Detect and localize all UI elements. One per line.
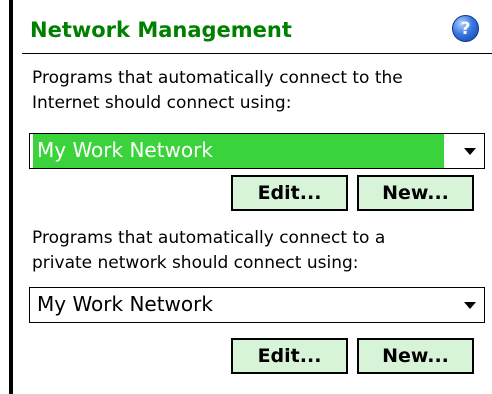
private-connection-select[interactable]: My Work Network — [29, 287, 485, 323]
page-title: Network Management — [30, 18, 292, 42]
internet-connection-select[interactable]: My Work Network — [29, 133, 485, 169]
help-glyph: ? — [460, 18, 471, 39]
title-divider — [22, 53, 492, 54]
chevron-down-icon[interactable] — [464, 148, 476, 155]
internet-label-line2: Internet should connect using: — [32, 93, 292, 113]
internet-edit-button[interactable]: Edit... — [231, 175, 348, 211]
private-label-line1: Programs that automatically connect to a — [32, 228, 386, 248]
private-connection-value: My Work Network — [37, 292, 213, 316]
chevron-down-icon[interactable] — [464, 302, 476, 309]
help-icon[interactable]: ? — [452, 15, 479, 42]
internet-connection-value: My Work Network — [33, 134, 444, 168]
private-label-line2: private network should connect using: — [32, 253, 359, 273]
left-border — [9, 0, 13, 394]
internet-label-line1: Programs that automatically connect to t… — [32, 68, 403, 88]
private-new-button[interactable]: New... — [357, 338, 474, 374]
internet-new-button[interactable]: New... — [357, 175, 474, 211]
private-edit-button[interactable]: Edit... — [231, 338, 348, 374]
